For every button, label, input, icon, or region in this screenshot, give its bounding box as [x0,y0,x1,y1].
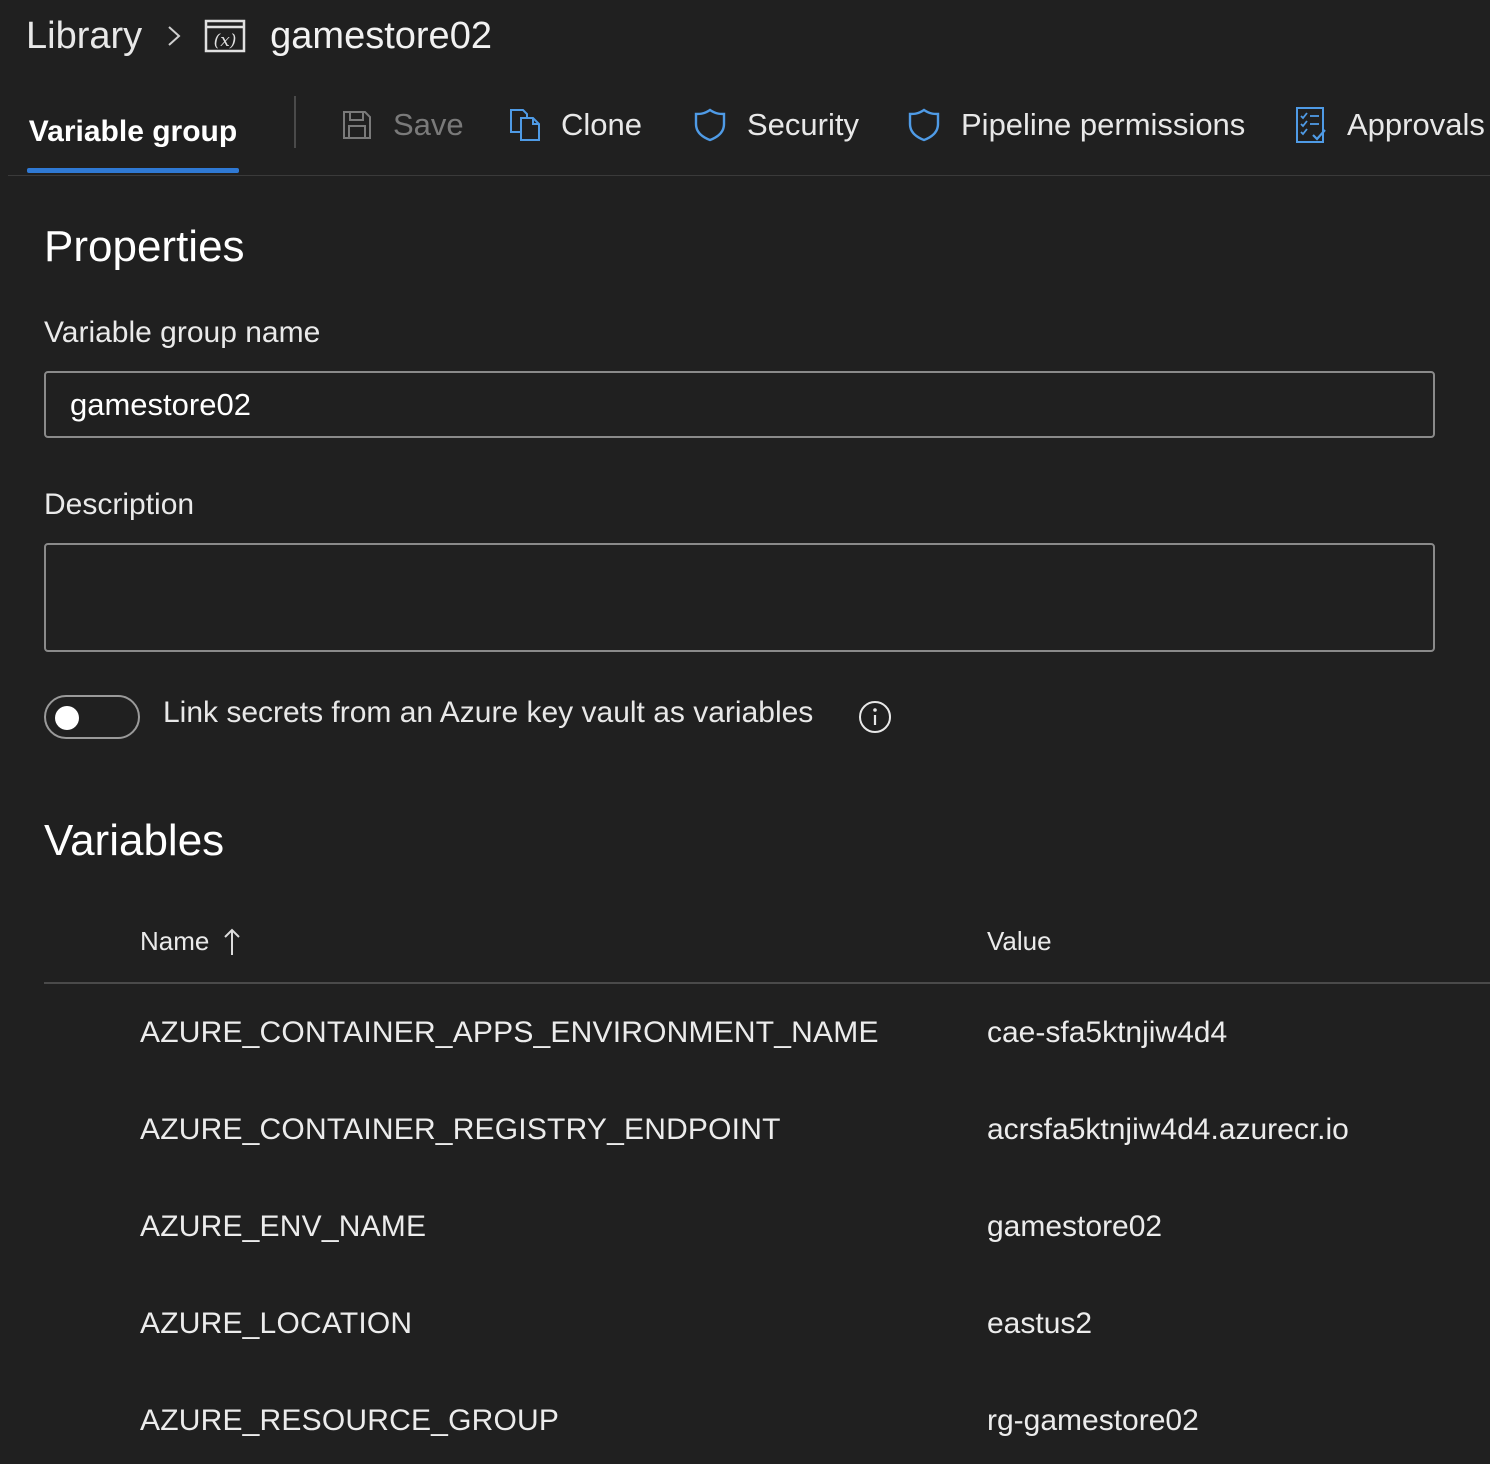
svg-text:(x): (x) [214,31,237,51]
variable-group-name-input[interactable] [44,371,1435,438]
variable-group-page: Library (x) gamestore02 Variable group S… [0,0,1490,1464]
approvals-label: Approvals [1347,107,1485,142]
variable-group-name-label: Variable group name [44,316,321,349]
toolbar-border [8,175,1490,176]
keyvault-toggle-label: Link secrets from an Azure key vault as … [163,696,814,729]
properties-heading: Properties [44,222,245,271]
table-header-divider [44,982,1490,984]
security-button[interactable]: Security [693,100,859,150]
table-row[interactable]: AZURE_LOCATION eastus2 [0,1307,1490,1404]
variables-heading: Variables [44,816,225,865]
variable-value: acrsfa5ktnjiw4d4.azurecr.io [987,1113,1349,1146]
toolbar-divider [294,96,296,148]
keyvault-toggle[interactable] [44,695,140,739]
shield-icon [694,108,726,142]
clone-button[interactable]: Clone [509,100,642,150]
variable-name: AZURE_CONTAINER_APPS_ENVIRONMENT_NAME [140,1016,879,1049]
table-row[interactable]: AZURE_CONTAINER_APPS_ENVIRONMENT_NAME ca… [0,1016,1490,1113]
breadcrumb-current: gamestore02 [270,14,492,57]
clone-icon [510,109,540,141]
breadcrumb: Library (x) gamestore02 [26,12,492,60]
clone-label: Clone [561,107,642,142]
toolbar: Variable group Save Clone Security Pipel… [0,90,1490,176]
pipeline-permissions-button[interactable]: Pipeline permissions [907,100,1245,150]
save-button[interactable]: Save [341,100,464,150]
pipeline-permissions-label: Pipeline permissions [961,107,1246,142]
table-row[interactable]: AZURE_CONTAINER_REGISTRY_ENDPOINT acrsfa… [0,1113,1490,1210]
toggle-knob [55,706,79,730]
table-row[interactable]: AZURE_ENV_NAME gamestore02 [0,1210,1490,1307]
variable-name: AZURE_ENV_NAME [140,1210,427,1243]
save-icon [343,111,371,139]
variable-value: gamestore02 [987,1210,1163,1243]
save-label: Save [393,107,464,142]
description-label: Description [44,488,195,521]
info-icon[interactable] [858,700,892,734]
sort-ascending-arrow-icon [224,928,241,955]
tab-variable-group-label: Variable group [28,115,238,148]
chevron-right-icon [168,26,181,46]
variable-value: cae-sfa5ktnjiw4d4 [987,1016,1228,1049]
variable-value: eastus2 [987,1307,1093,1340]
name-column-header[interactable]: Name [140,926,241,957]
approvals-checklist-icon [1296,107,1326,143]
description-textarea[interactable] [44,543,1435,652]
variable-name: AZURE_RESOURCE_GROUP [140,1404,560,1437]
breadcrumb-library-link[interactable]: Library [26,15,142,58]
value-column-header[interactable]: Value [987,926,1052,957]
variable-value: rg-gamestore02 [987,1404,1199,1437]
security-label: Security [747,107,859,142]
variable-name: AZURE_LOCATION [140,1307,413,1340]
name-column-label: Name [140,926,210,956]
approvals-button[interactable]: Approvals [1295,100,1485,150]
active-tab-indicator [27,168,239,173]
shield-icon [908,108,940,142]
value-column-label: Value [987,926,1052,956]
variable-group-icon: (x) [204,19,246,53]
tab-variable-group[interactable]: Variable group [27,90,239,174]
table-row[interactable]: AZURE_RESOURCE_GROUP rg-gamestore02 [0,1404,1490,1464]
variable-name: AZURE_CONTAINER_REGISTRY_ENDPOINT [140,1113,781,1146]
